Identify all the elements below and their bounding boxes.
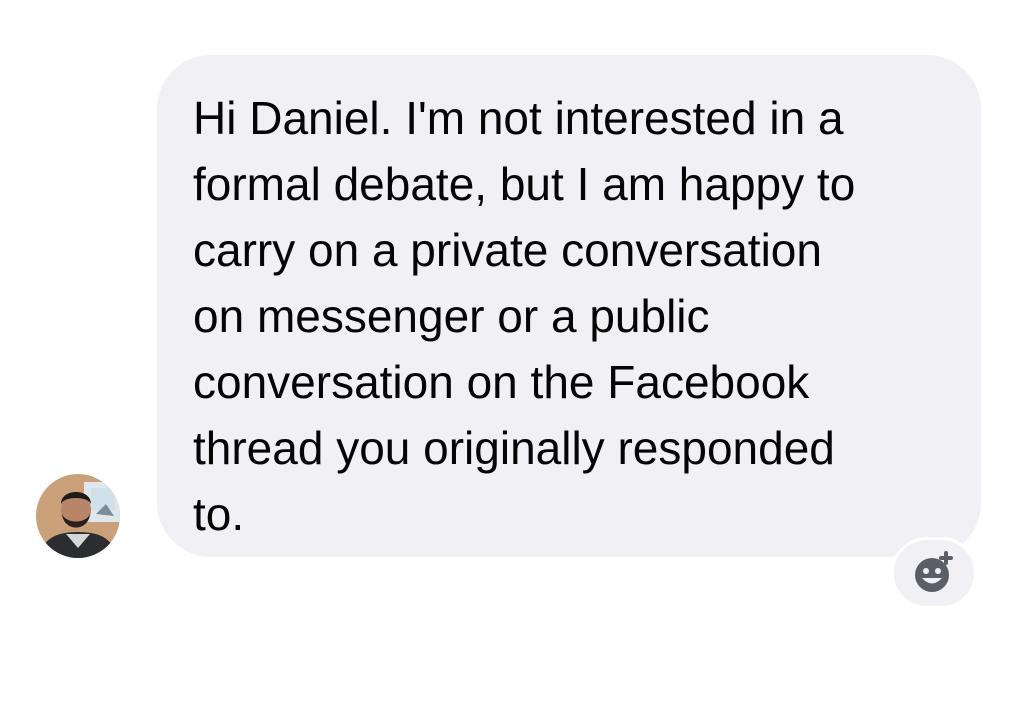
add-reaction-icon xyxy=(915,551,953,592)
message-text-line: thread you originally responded xyxy=(193,422,835,474)
message-text-line: conversation on the Facebook xyxy=(193,356,810,408)
message-text-line: carry on a private conversation xyxy=(193,224,822,276)
add-reaction-button[interactable] xyxy=(891,537,977,609)
message-text-line: formal debate, but I am happy to xyxy=(193,158,856,210)
message-text-line: on messenger or a public xyxy=(193,290,710,342)
message-text-line: Hi Daniel. I'm not interested in a xyxy=(193,92,844,144)
message-text-line: to. xyxy=(193,488,245,540)
sender-avatar[interactable] xyxy=(36,474,120,558)
avatar-photo xyxy=(36,474,120,558)
message-bubble[interactable]: Hi Daniel. I'm not interested in a forma… xyxy=(157,55,981,557)
